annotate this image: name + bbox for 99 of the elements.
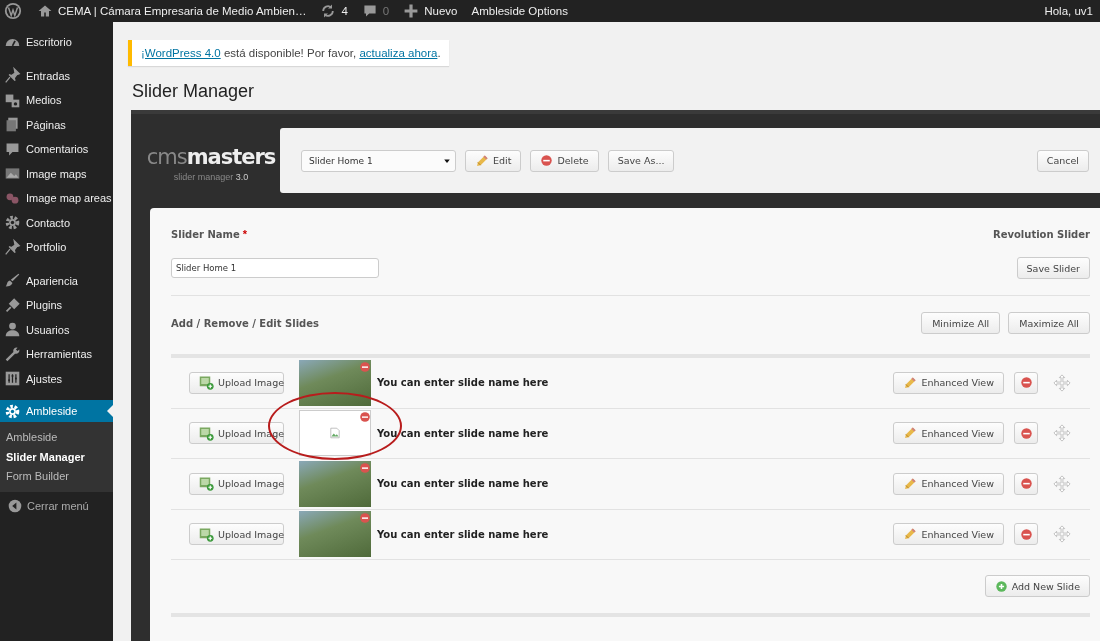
sidebar-item[interactable]: Comentarios (0, 137, 113, 162)
move-handle-icon (1053, 373, 1071, 392)
photo-placeholder (299, 359, 371, 406)
delete-button[interactable]: Delete (530, 149, 599, 172)
sidebar-item[interactable]: Escritorio (0, 30, 113, 55)
sidebar-item[interactable]: Image map areas (0, 186, 113, 211)
remove-icon (1019, 477, 1033, 491)
speech-bubble-icon (361, 3, 378, 19)
sidebar-item[interactable]: Ajustes (0, 366, 113, 391)
home-icon (37, 3, 53, 19)
updates-link[interactable]: 4 (313, 3, 355, 19)
image-plus-icon (199, 425, 214, 441)
sidebar-item[interactable]: Apariencia (0, 268, 113, 293)
pencil-icon (903, 375, 918, 390)
submenu-item[interactable]: Slider Manager (0, 447, 113, 467)
sliders-icon (4, 370, 21, 388)
edit-button[interactable]: Edit (465, 149, 522, 172)
sidebar-item[interactable]: Ambleside (0, 400, 113, 422)
remove-slide-button[interactable] (1014, 523, 1038, 546)
sidebar-item[interactable]: Páginas (0, 112, 113, 137)
slide-name: You can enter slide name here (377, 427, 549, 439)
slide-name: You can enter slide name here (377, 528, 549, 540)
page-title: Slider Manager (132, 81, 256, 102)
notice-link[interactable]: ¡WordPress 4.0 (141, 47, 221, 59)
save-as-button[interactable]: Save As... (607, 149, 675, 172)
person-icon (4, 321, 21, 339)
remove-icon (1019, 527, 1033, 541)
photo-placeholder (299, 511, 371, 558)
pin-icon (4, 238, 21, 256)
dropdown-caret-icon (443, 156, 451, 165)
upload-image-button[interactable]: Upload Image (189, 472, 284, 495)
add-new-slide-button[interactable]: Add New Slide (984, 575, 1090, 597)
broken-image-icon (329, 427, 341, 440)
remove-icon (540, 154, 554, 167)
slider-name-label: Slider Name (171, 228, 240, 240)
sidebar-item[interactable]: Entradas (0, 63, 113, 88)
image-plus-icon (199, 526, 214, 542)
sidebar-item[interactable]: Usuarios (0, 317, 113, 342)
sidebar-item[interactable]: Medios (0, 88, 113, 113)
section-title: Add / Remove / Edit Slides (171, 317, 319, 329)
pin-icon (4, 67, 21, 85)
sidebar-item[interactable]: Image maps (0, 161, 113, 186)
enhanced-view-button[interactable]: Enhanced View (893, 422, 1004, 445)
remove-slide-button[interactable] (1014, 371, 1038, 394)
slide-name: You can enter slide name here (377, 377, 549, 389)
upload-image-button[interactable]: Upload Image (189, 523, 284, 546)
remove-icon (359, 360, 371, 373)
refresh-icon (320, 3, 337, 19)
site-link[interactable]: CEMA | Cámara Empresaria de Medio Ambien… (30, 3, 314, 19)
pencil-icon (903, 426, 918, 441)
pencil-icon (903, 476, 918, 491)
pencil-icon (903, 527, 918, 542)
sidebar-item[interactable]: Contacto (0, 210, 113, 235)
slider-name-field[interactable]: Slider Home 1 (171, 258, 379, 278)
remove-slide-button[interactable] (1014, 422, 1038, 445)
maximize-all-button[interactable]: Maximize All (1008, 312, 1090, 334)
slider-type-label: Revolution Slider (992, 228, 1090, 240)
cancel-button[interactable]: Cancel (1036, 149, 1089, 172)
enhanced-view-button[interactable]: Enhanced View (893, 472, 1004, 495)
sidebar-item[interactable]: Herramientas (0, 342, 113, 367)
remove-icon (1019, 376, 1033, 390)
sidebar-item[interactable]: Plugins (0, 293, 113, 318)
gear-icon (4, 402, 21, 420)
comments-link[interactable]: 0 (354, 3, 397, 19)
pencil-icon (475, 153, 489, 168)
image-plus-icon (199, 375, 214, 391)
move-handle-icon (1053, 474, 1071, 493)
image-plus-icon (199, 476, 214, 492)
remove-icon (359, 461, 371, 474)
enhanced-view-button[interactable]: Enhanced View (893, 523, 1004, 546)
logo-subtitle: slider manager 3.0 (173, 172, 249, 182)
save-slider-button[interactable]: Save Slider (1016, 257, 1090, 279)
minimize-all-button[interactable]: Minimize All (921, 312, 1001, 334)
upload-image-button[interactable]: Upload Image (189, 371, 284, 394)
submenu-item[interactable]: Form Builder (0, 467, 113, 487)
gear-icon (4, 214, 21, 232)
greeting-link[interactable]: Hola, uv1 (1037, 5, 1100, 17)
pages-icon (4, 116, 21, 134)
enhanced-view-button[interactable]: Enhanced View (893, 371, 1004, 394)
photo-placeholder (299, 460, 371, 507)
slider-select[interactable]: Slider Home 1 (301, 149, 456, 172)
plug-icon (4, 296, 21, 314)
notice-text: ¡WordPress 4.0 está disponible! Por favor, actualiza ahora. (141, 47, 441, 59)
move-handle-icon (1053, 525, 1071, 544)
options-link[interactable]: Ambleside Options (464, 5, 575, 17)
slide-name: You can enter slide name here (377, 478, 549, 490)
remove-icon (359, 512, 371, 525)
move-handle-icon (1053, 424, 1071, 443)
plus-icon (403, 3, 420, 19)
sidebar-item[interactable]: Portfolio (0, 235, 113, 260)
submenu-item[interactable]: Ambleside (0, 428, 113, 448)
remove-slide-button[interactable] (1014, 472, 1038, 495)
wrench-icon (4, 345, 21, 363)
new-link[interactable]: Nuevo (396, 3, 465, 19)
required-mark: * (242, 228, 247, 240)
logo-wordmark: cmsmasters (146, 146, 276, 168)
collapse-menu-link[interactable]: Cerrar menú (0, 491, 113, 520)
add-icon (994, 579, 1008, 593)
remove-icon (1019, 426, 1033, 440)
